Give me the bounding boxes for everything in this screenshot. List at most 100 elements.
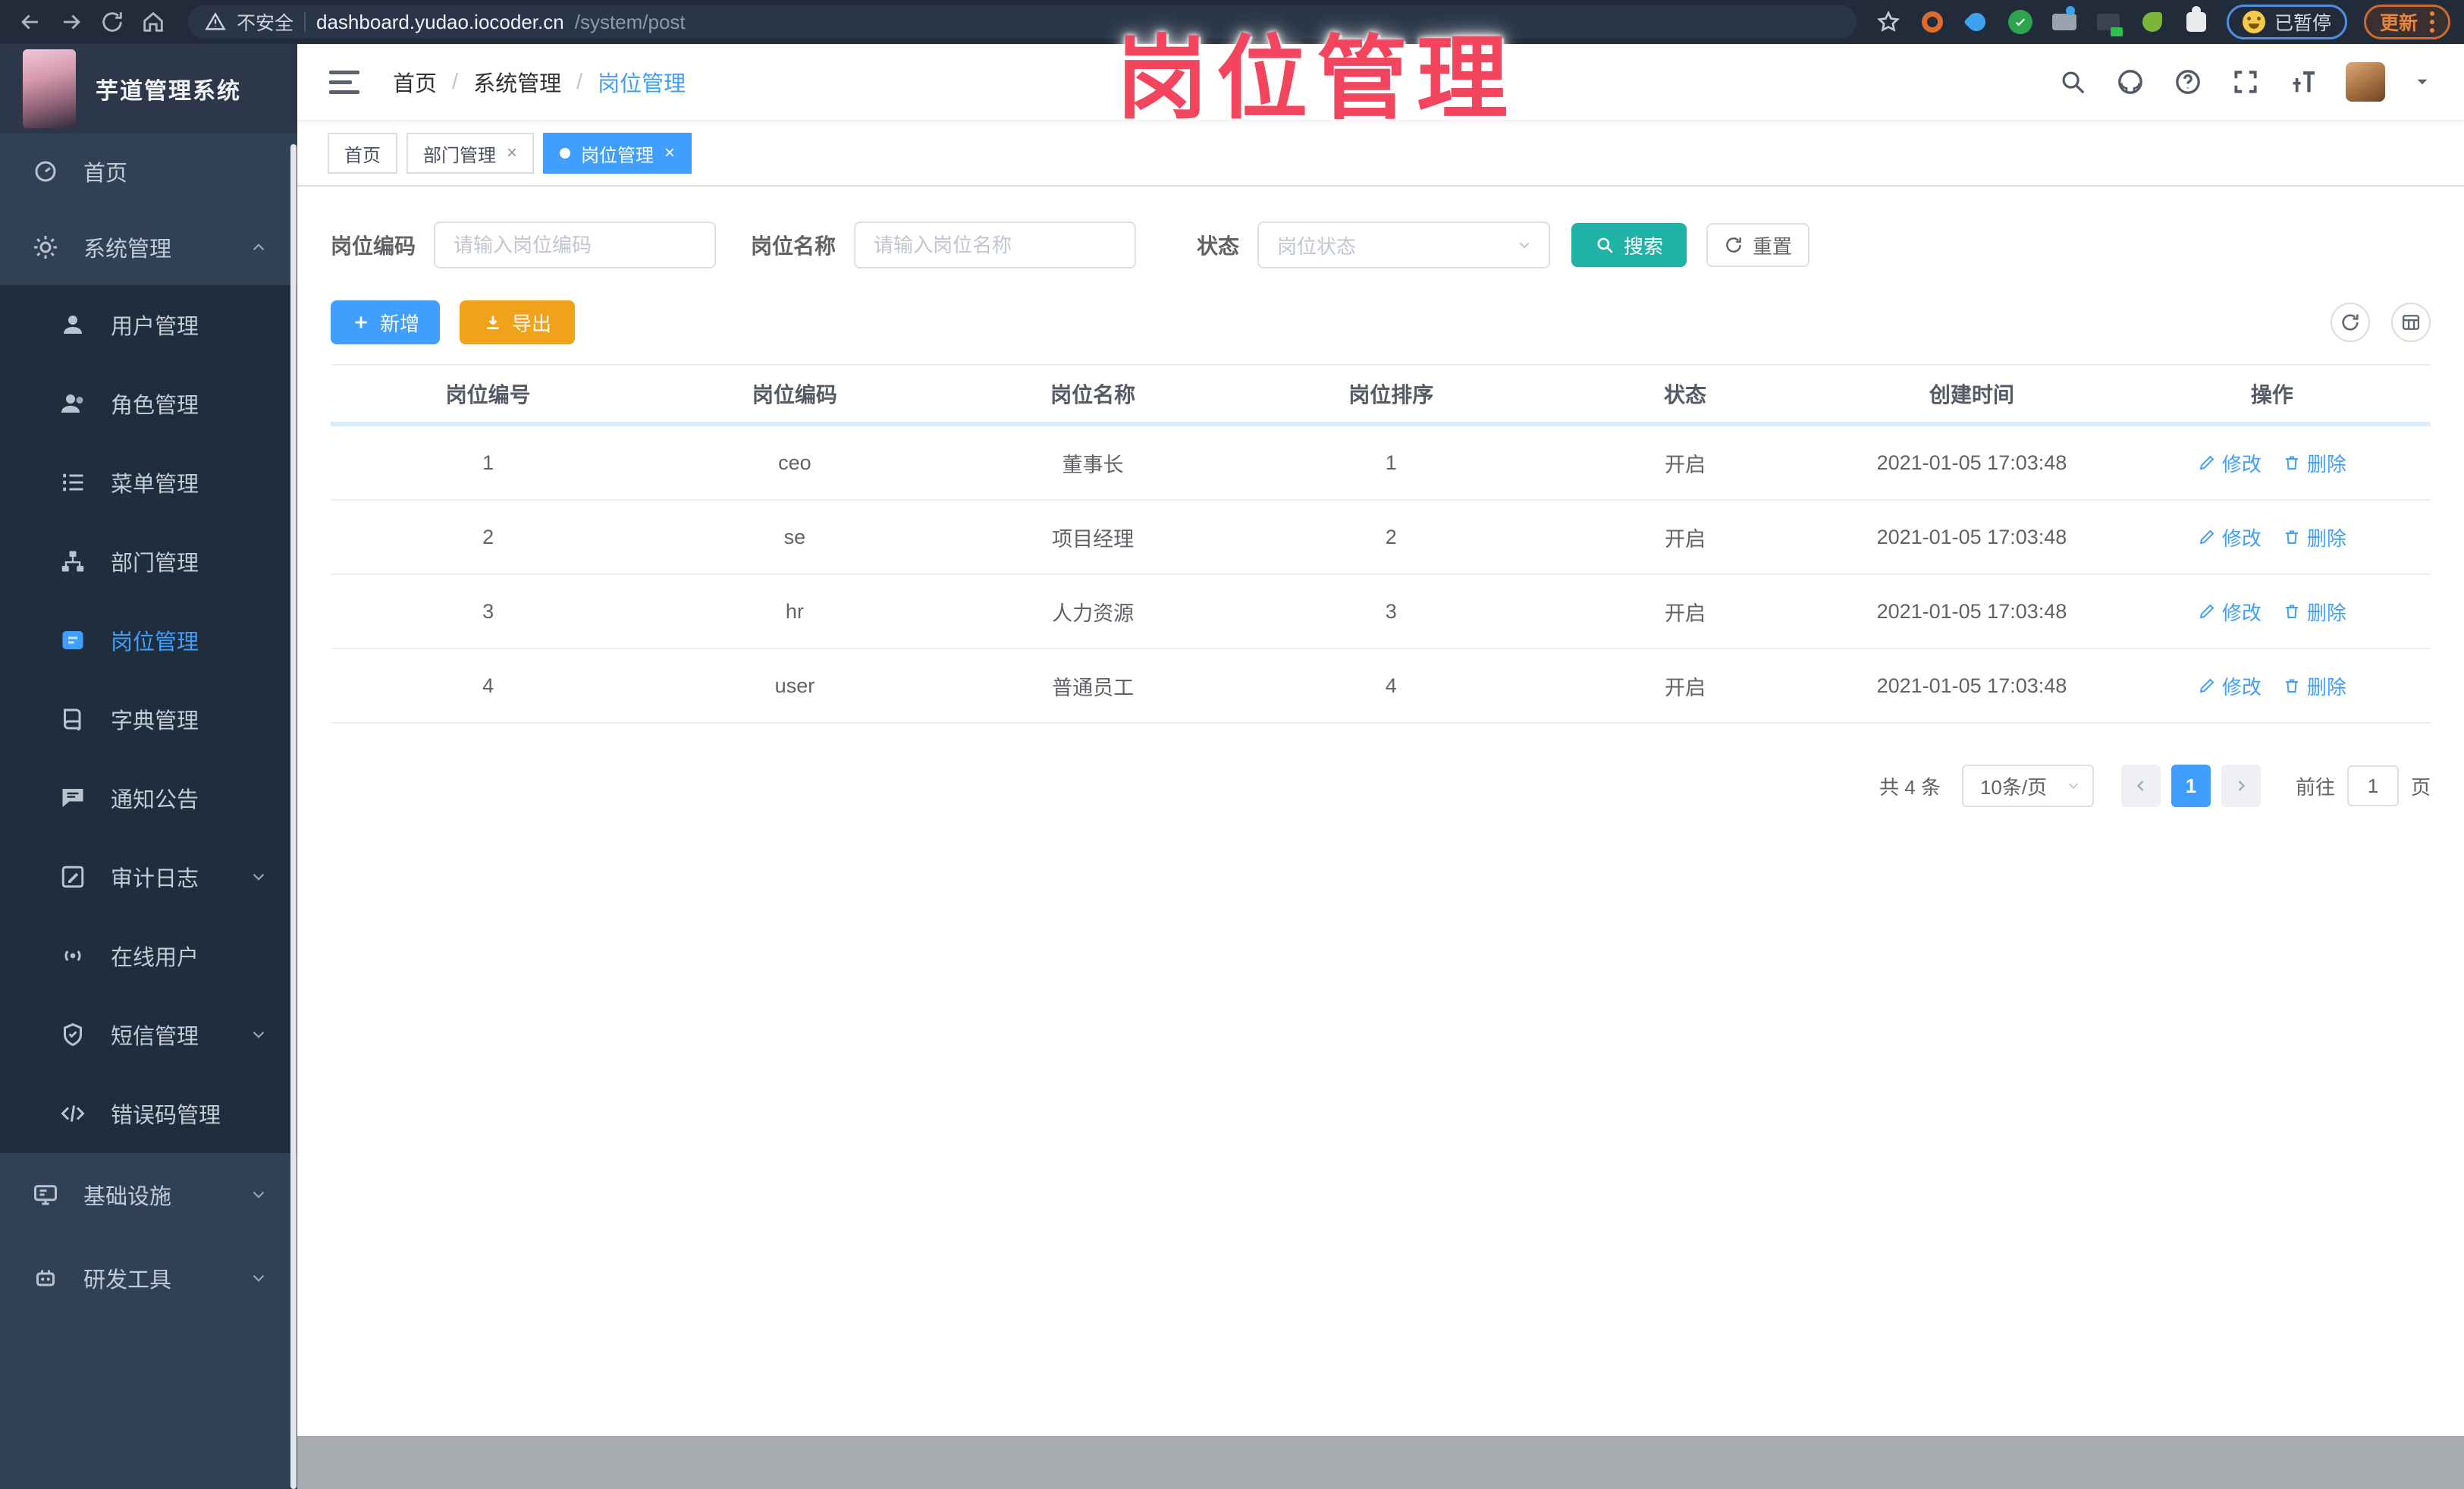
extension-leaf-icon[interactable] [2139,8,2166,36]
extension-pin-icon[interactable] [1963,8,1990,36]
app-title: 芋道管理系统 [96,79,241,104]
cell-post-name: 人力资源 [1052,602,1135,625]
tab-home[interactable]: 首页 [328,133,397,174]
table-row[interactable]: 3 hr 人力资源 3 开启 2021-01-05 17:03:48 修改 删除 [331,575,2431,649]
edit-link[interactable]: 修改 [2198,598,2262,626]
forward-icon[interactable] [55,5,88,39]
breadcrumb-separator: / [576,69,583,94]
extension-caption-icon[interactable] [2095,8,2123,36]
status-select[interactable]: 岗位状态 [1257,221,1551,269]
help-icon[interactable] [2173,67,2203,97]
delete-link[interactable]: 删除 [2283,598,2346,626]
extension-check-icon[interactable] [2007,8,2034,36]
next-page-button[interactable] [2221,765,2261,807]
extension-orange-icon[interactable] [1919,8,1946,36]
cell-post-name: 项目经理 [1052,527,1135,551]
column-header[interactable]: 岗位编码 [645,379,943,409]
paused-label: 已暂停 [2274,13,2331,34]
edit-link[interactable]: 修改 [2198,672,2262,700]
sidebar-scrollbar[interactable] [290,144,297,1489]
fullscreen-icon[interactable] [2230,67,2261,97]
sidebar-item-menus[interactable]: 菜单管理 [0,443,297,522]
post-name-input[interactable] [854,221,1137,269]
extensions-puzzle-icon[interactable] [2183,6,2210,36]
column-header[interactable]: 创建时间 [1830,379,2114,409]
edit-link[interactable]: 修改 [2198,449,2262,477]
table-row[interactable]: 4 user 普通员工 4 开启 2021-01-05 17:03:48 修改 [331,649,2431,724]
profile-paused-badge[interactable]: 已暂停 [2226,5,2347,39]
prev-page-button[interactable] [2120,765,2161,807]
column-header[interactable]: 操作 [2114,379,2431,409]
export-button[interactable]: 导出 [460,300,575,344]
home-nav-icon[interactable] [137,5,170,39]
cell-post-code: user [774,674,815,697]
cell-post-name: 董事长 [1062,453,1124,476]
hamburger-icon[interactable] [329,65,363,99]
browser-menu-icon[interactable] [2430,11,2434,33]
sidebar-item-home[interactable]: 首页 [0,134,297,209]
tab-posts[interactable]: 岗位管理 × [543,133,692,174]
sidebar-logo[interactable]: 芋道管理系统 [0,44,297,134]
search-icon[interactable] [2058,67,2088,97]
back-icon[interactable] [14,5,47,39]
sidebar-item-sms[interactable]: 短信管理 [0,995,297,1074]
dashboard-icon [32,158,59,185]
post-code-input[interactable] [434,221,717,269]
close-icon[interactable]: × [664,144,675,162]
pagination-total: 共 4 条 [1879,775,1941,799]
column-header[interactable]: 状态 [1540,379,1830,409]
cell-status: 开启 [1664,602,1706,625]
sidebar-item-posts[interactable]: 岗位管理 [0,601,297,680]
github-icon[interactable] [2115,67,2145,97]
refresh-table-button[interactable] [2331,303,2370,342]
breadcrumb-home[interactable]: 首页 [393,66,437,98]
sidebar-item-users[interactable]: 用户管理 [0,285,297,364]
address-bar[interactable]: 不安全 dashboard.yudao.iocoder.cn /system/p… [188,5,1857,39]
breadcrumb-system[interactable]: 系统管理 [473,66,561,98]
cell-post-id: 1 [482,451,494,474]
close-icon[interactable]: × [507,144,517,162]
page-content: 岗位编码 岗位名称 状态 岗位状态 搜索 [297,187,2464,1489]
sidebar-item-departments[interactable]: 部门管理 [0,522,297,601]
table-row[interactable]: 2 se 项目经理 2 开启 2021-01-05 17:03:48 修改 删除 [331,501,2431,575]
add-button[interactable]: 新增 [331,300,440,344]
edit-icon [2199,678,2214,693]
sidebar-item-notices[interactable]: 通知公告 [0,759,297,837]
sidebar-item-devtools[interactable]: 研发工具 [0,1236,297,1320]
font-size-icon[interactable] [2288,67,2318,97]
bookmark-star-icon[interactable] [1875,8,1902,36]
devtools-icon [32,1264,59,1292]
bottom-strip [297,1436,2464,1489]
tab-departments[interactable]: 部门管理 × [406,133,535,174]
delete-link[interactable]: 删除 [2283,449,2346,477]
sidebar-submenu-system: 用户管理 角色管理 菜单管理 部门管理 岗位管理 字典管理 通知公告 审计日志 … [0,285,297,1153]
column-header[interactable]: 岗位名称 [944,379,1242,409]
column-header[interactable]: 岗位排序 [1242,379,1540,409]
delete-link[interactable]: 删除 [2283,523,2346,551]
page-size-select[interactable]: 10条/页 [1961,765,2094,807]
update-button[interactable]: 更新 [2363,5,2450,39]
sidebar-item-audit-log[interactable]: 审计日志 [0,837,297,916]
reload-icon[interactable] [96,5,129,39]
cell-created: 2021-01-05 17:03:48 [1876,674,2067,697]
search-button[interactable]: 搜索 [1571,223,1687,267]
delete-link[interactable]: 删除 [2283,672,2346,700]
caret-down-icon[interactable] [2412,72,2432,92]
column-header[interactable]: 岗位编号 [331,379,645,409]
table-row[interactable]: 1 ceo 董事长 1 开启 2021-01-05 17:03:48 修改 删除 [331,426,2431,501]
sidebar-item-dictionary[interactable]: 字典管理 [0,680,297,759]
sidebar-item-roles[interactable]: 角色管理 [0,364,297,443]
sidebar-item-online-users[interactable]: 在线用户 [0,916,297,995]
avatar[interactable] [2346,62,2385,102]
column-settings-button[interactable] [2391,303,2431,342]
sidebar-item-error-codes[interactable]: 错误码管理 [0,1074,297,1153]
sidebar-item-system[interactable]: 系统管理 [0,209,297,285]
sidebar-item-label: 岗位管理 [111,630,199,655]
sidebar-item-infrastructure[interactable]: 基础设施 [0,1153,297,1236]
chevron-down-icon [249,1268,268,1288]
edit-link[interactable]: 修改 [2198,523,2262,551]
reset-button[interactable]: 重置 [1706,223,1810,267]
goto-page-input[interactable] [2346,765,2399,806]
page-number-current[interactable]: 1 [2171,765,2211,807]
extension-keyboard-icon[interactable] [2051,6,2078,36]
